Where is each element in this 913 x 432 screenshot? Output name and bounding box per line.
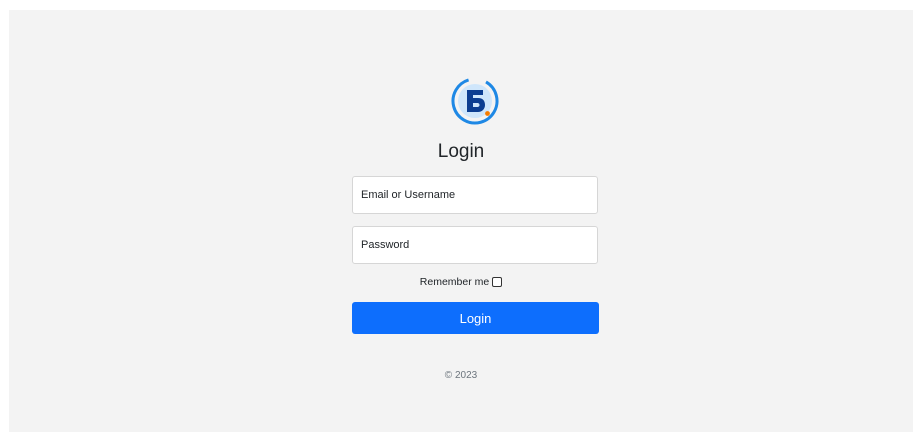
login-title: Login (437, 141, 485, 162)
copyright-footer: © 2023 (444, 370, 478, 381)
remember-me-row: Remember me (9, 276, 913, 288)
remember-me-label: Remember me (419, 276, 490, 289)
login-page: Login Remember me Login © 2023 (9, 10, 913, 432)
login-button[interactable]: Login (352, 302, 599, 334)
remember-me-checkbox[interactable] (492, 277, 503, 288)
brand-logo-icon (451, 77, 499, 125)
email-input[interactable] (352, 176, 598, 214)
password-input[interactable] (352, 226, 598, 264)
